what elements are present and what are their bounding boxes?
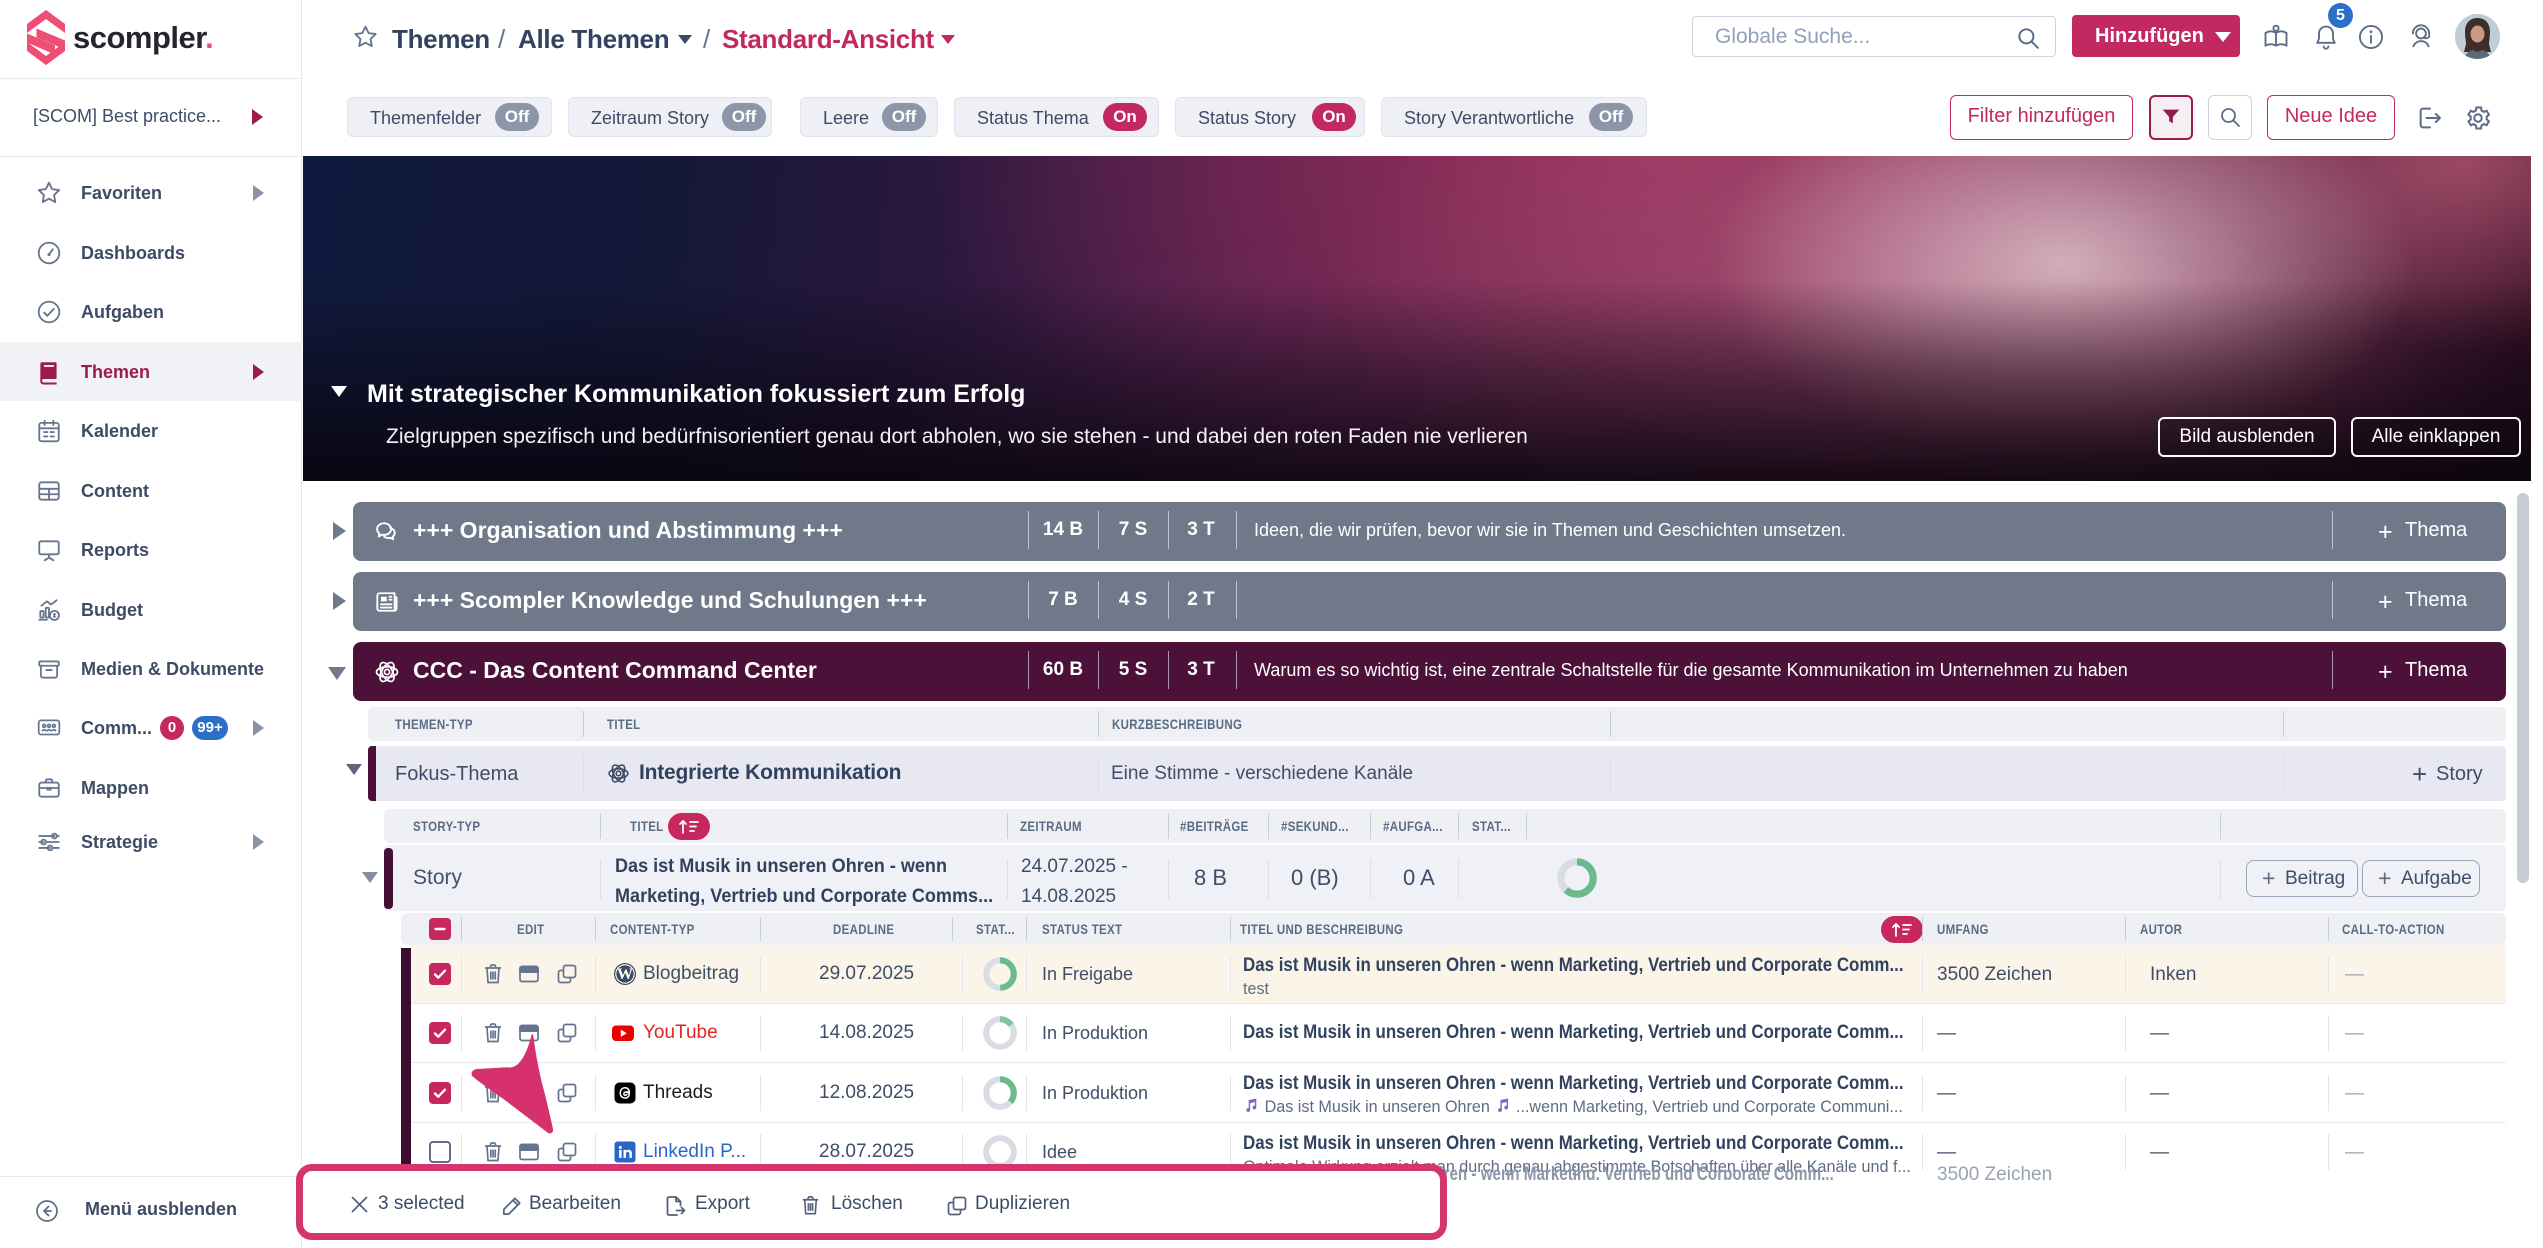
svg-text:W: W bbox=[617, 966, 633, 983]
